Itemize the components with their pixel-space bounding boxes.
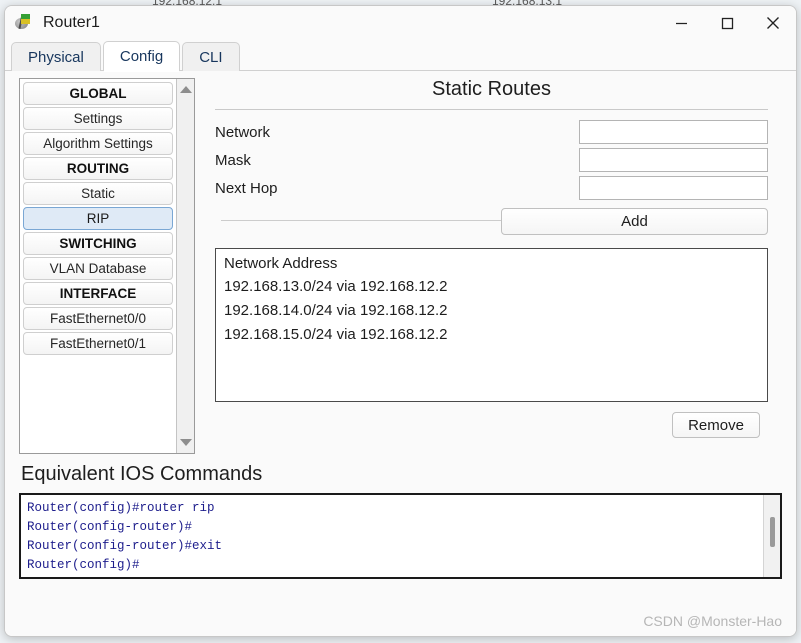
tab-cli[interactable]: CLI — [182, 42, 240, 71]
sidebar-item-rip[interactable]: RIP — [23, 207, 173, 230]
mask-row: Mask — [215, 146, 768, 174]
ios-command-line: Router(config-router)#exit — [27, 539, 223, 553]
network-input[interactable] — [579, 120, 768, 144]
config-content: GLOBAL Settings Algorithm Settings ROUTI… — [5, 71, 796, 636]
ios-command-line: Router(config-router)# — [27, 520, 193, 534]
routes-list-header: Network Address — [224, 255, 338, 272]
next-hop-row: Next Hop — [215, 174, 768, 202]
ios-console-scrollbar[interactable] — [763, 495, 780, 577]
sidebar-item-fastethernet0-0[interactable]: FastEthernet0/0 — [23, 307, 173, 330]
route-list-item[interactable]: 192.168.14.0/24 via 192.168.12.2 — [224, 299, 759, 323]
sidebar-header-global: GLOBAL — [23, 82, 173, 105]
tab-config[interactable]: Config — [102, 41, 181, 72]
scroll-down-arrow-icon[interactable] — [177, 434, 194, 451]
route-list-item[interactable]: 192.168.15.0/24 via 192.168.12.2 — [224, 323, 759, 347]
tab-bar: Physical Config CLI — [5, 40, 796, 72]
tab-physical[interactable]: Physical — [11, 42, 101, 71]
remove-button[interactable]: Remove — [672, 412, 760, 438]
next-hop-label: Next Hop — [215, 179, 278, 197]
router-config-window: Router1 Physical Config CLI GLOBAL Setti… — [4, 5, 797, 637]
sidebar-item-static[interactable]: Static — [23, 182, 173, 205]
window-title: Router1 — [43, 14, 100, 31]
ios-command-line: Router(config)#router rip — [27, 501, 215, 515]
sidebar-header-switching: SWITCHING — [23, 232, 173, 255]
ios-console-scrollbar-thumb[interactable] — [770, 517, 775, 547]
add-row: Add — [215, 208, 768, 238]
maximize-button[interactable] — [704, 6, 750, 40]
sidebar-list: GLOBAL Settings Algorithm Settings ROUTI… — [23, 82, 173, 357]
panel-divider — [215, 109, 768, 110]
next-hop-input[interactable] — [579, 176, 768, 200]
sidebar-item-fastethernet0-1[interactable]: FastEthernet0/1 — [23, 332, 173, 355]
static-routes-panel: Static Routes Network Mask Next Hop Add … — [215, 78, 768, 442]
sidebar-scrollbar[interactable] — [176, 79, 194, 453]
remove-row: Remove — [215, 402, 768, 442]
window-controls — [658, 6, 796, 40]
sidebar-item-settings[interactable]: Settings — [23, 107, 173, 130]
mask-label: Mask — [215, 151, 251, 169]
ios-command-lines: Router(config)#router rip Router(config-… — [21, 495, 780, 577]
ios-commands-console[interactable]: Router(config)#router rip Router(config-… — [19, 493, 782, 579]
scroll-up-arrow-icon[interactable] — [177, 81, 194, 98]
sidebar-item-algorithm-settings[interactable]: Algorithm Settings — [23, 132, 173, 155]
sidebar-header-interface: INTERFACE — [23, 282, 173, 305]
mask-input[interactable] — [579, 148, 768, 172]
add-button[interactable]: Add — [501, 208, 768, 235]
sidebar-header-routing: ROUTING — [23, 157, 173, 180]
ios-command-line: Router(config)# — [27, 558, 140, 572]
network-label: Network — [215, 123, 271, 141]
ios-commands-heading: Equivalent IOS Commands — [21, 463, 263, 485]
minimize-button[interactable] — [658, 6, 704, 40]
config-sidebar: GLOBAL Settings Algorithm Settings ROUTI… — [19, 78, 195, 454]
routes-list[interactable]: Network Address 192.168.13.0/24 via 192.… — [215, 248, 768, 402]
sidebar-item-vlan-database[interactable]: VLAN Database — [23, 257, 173, 280]
add-row-divider — [221, 220, 501, 221]
close-button[interactable] — [750, 6, 796, 40]
title-bar: Router1 — [5, 6, 796, 40]
route-list-item[interactable]: 192.168.13.0/24 via 192.168.12.2 — [224, 275, 759, 299]
router-icon — [15, 13, 35, 33]
panel-title: Static Routes — [432, 78, 551, 100]
network-row: Network — [215, 118, 768, 146]
watermark: CSDN @Monster-Hao — [643, 613, 782, 629]
